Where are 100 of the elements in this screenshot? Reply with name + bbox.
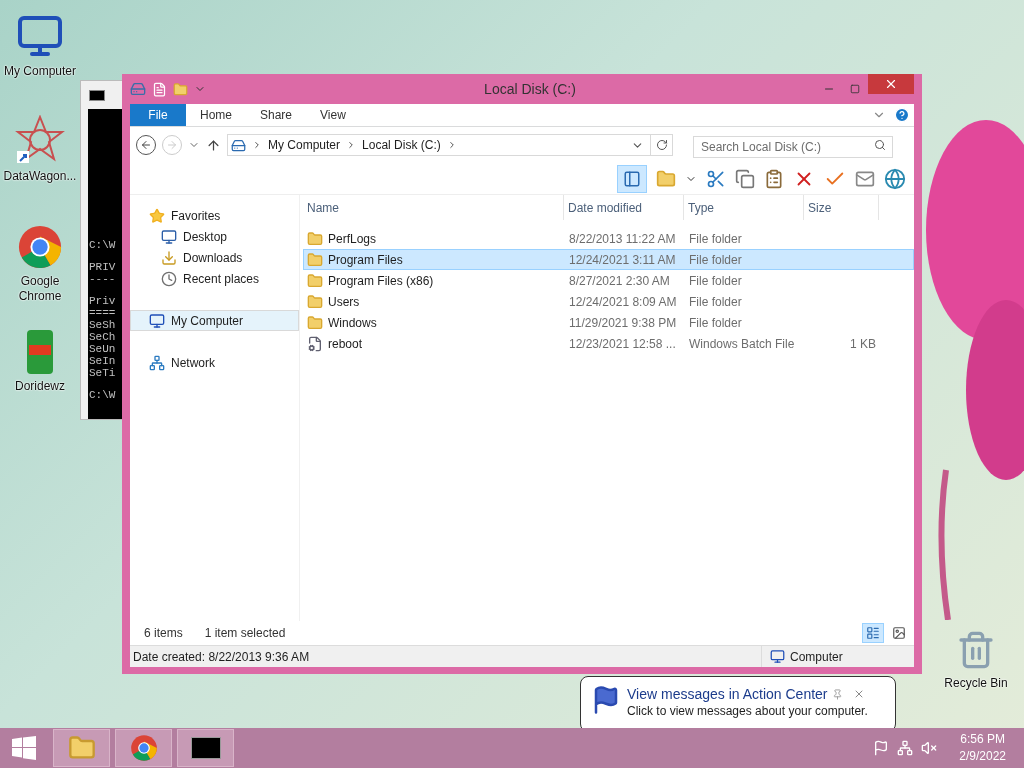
taskbar-app-button[interactable] [177,729,234,767]
file-type-text: File folder [688,230,743,248]
window-title: Local Disk (C:) [483,79,577,99]
folder-options-icon[interactable] [656,168,676,189]
column-header[interactable]: Type [684,195,804,220]
clock-icon [161,270,177,287]
navigation-item[interactable]: Downloads [130,247,299,268]
console-text: C:\W [89,389,117,401]
maximize-icon [850,84,860,94]
gear-file-icon [307,335,323,352]
download-icon [161,249,177,266]
windows-logo-icon [12,736,36,760]
console-text: SeTi [89,367,117,379]
console-text: ---- [89,273,117,285]
chrome-icon [129,734,158,762]
forward-arrow-icon [166,139,178,151]
search-icon [874,139,886,151]
properties-icon[interactable] [152,81,167,97]
picture-icon [892,626,906,640]
navigation-item[interactable]: Recent places [130,268,299,289]
selection-count-text: 1 item selected [204,625,286,642]
file-type-text: File folder [688,314,743,332]
breadcrumb-item[interactable]: Local Disk (C:) [362,136,441,154]
copy-icon[interactable] [735,168,755,189]
desktop-icon-label[interactable]: Doridewz [15,379,65,394]
star-shortcut-icon [15,115,65,165]
location-text: Computer [790,648,843,666]
details-view-button[interactable] [862,623,884,643]
desktop-icon-label[interactable]: Recycle Bin [944,674,1008,692]
close-button[interactable] [868,74,914,94]
pin-icon[interactable] [831,688,843,700]
date-modified-text: 12/23/2021 12:58 ... [568,335,677,353]
folder-icon [307,251,323,268]
preview-pane-button[interactable] [617,164,647,193]
console-text: PRIV [89,261,117,273]
desktop-icon [161,228,177,245]
navigation-item[interactable]: Network [130,352,299,373]
file-name: reboot [328,335,363,353]
folder-icon [307,230,323,247]
console-text: SeUn [89,343,117,355]
item-count-text: 6 items [144,625,183,642]
date-modified-text: 8/22/2013 11:22 AM [568,230,677,248]
file-row[interactable]: PerfLogs 8/22/2013 11:22 AM File folder [303,228,914,249]
date-modified-text: 8/27/2021 2:30 AM [568,272,671,290]
column-header[interactable]: Date modified [564,195,684,220]
globe-icon[interactable] [884,167,906,190]
console-text: Priv [89,295,117,307]
navigation-item[interactable]: Desktop [130,226,299,247]
column-header[interactable]: Size [804,195,879,220]
console-text: C:\W [89,239,117,251]
desktop-icon-label[interactable]: DataWagon... [3,169,77,184]
breadcrumb-separator-icon[interactable] [252,140,262,150]
file-type-text: Windows Batch File [688,335,796,353]
preview-pane-icon [623,169,641,188]
breadcrumb-item[interactable]: My Computer [268,136,341,154]
up-button-icon[interactable] [206,137,221,153]
file-name: Users [328,293,360,311]
console-text: SeSh [89,319,117,331]
action-center-flag-icon[interactable] [873,740,890,756]
cut-icon[interactable] [706,168,726,189]
help-icon[interactable] [894,107,910,123]
folder-icon [307,293,323,310]
file-row[interactable]: Program Files 12/24/2021 3:11 AM File folder [303,249,914,270]
date-modified-text: 11/29/2021 9:38 PM [568,314,678,332]
column-header[interactable]: Name [303,195,564,220]
file-menu-button[interactable]: File [130,104,186,126]
file-type-text: File folder [688,251,743,269]
search-field[interactable]: Search Local Disk (C:) [693,136,893,158]
folder-icon [307,314,323,331]
console-text: SeCh [89,331,117,343]
file-name: Program Files (x86) [328,272,434,290]
muted-speaker-icon[interactable] [921,740,938,756]
file-type-text: File folder [688,272,743,290]
file-row[interactable]: Program Files (x86) 8/27/2021 2:30 AM File folder [303,270,914,291]
address-bar[interactable]: My Computer Local Disk (C:) [227,134,673,156]
file-name: Program Files [328,251,403,269]
refresh-icon[interactable] [655,139,668,151]
close-icon [884,77,898,91]
network-icon[interactable] [897,740,914,756]
paste-icon[interactable] [764,168,784,189]
desktop-icon-label[interactable]: My Computer [4,64,76,79]
chrome-icon [17,224,63,270]
console-text: ==== [89,307,117,319]
desktop-icon-label[interactable]: Google Chrome [0,274,80,304]
ribbon-tab[interactable]: Home [186,104,246,126]
file-name: Windows [328,314,377,332]
file-row[interactable]: reboot 12/23/2021 12:58 ... Windows Batch File 1 KB [303,333,914,354]
back-arrow-icon [140,139,152,151]
file-row[interactable]: Windows 11/29/2021 9:38 PM File folder [303,312,914,333]
navigation-item[interactable]: My Computer [130,310,299,331]
date-created-text: Date created: 8/22/2013 9:36 AM [133,648,310,666]
navigation-item[interactable]: Favorites [130,205,299,226]
notification-message: Click to view messages about your computer. [627,703,868,719]
drive-icon[interactable] [130,81,146,97]
new-folder-icon[interactable] [173,81,188,97]
file-row[interactable]: Users 12/24/2021 8:09 AM File folder [303,291,914,312]
ribbon-tab[interactable]: View [306,104,360,126]
folder-icon [67,734,96,762]
ribbon-tab[interactable]: Share [246,104,307,126]
folder-icon [307,272,323,289]
